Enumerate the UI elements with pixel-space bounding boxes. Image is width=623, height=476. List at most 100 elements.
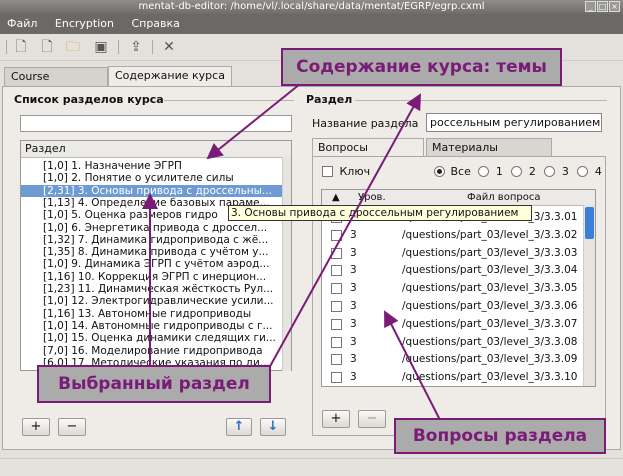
level-column-header[interactable]: Уров. — [358, 190, 386, 205]
question-level: 3 — [350, 317, 357, 330]
new-document-icon[interactable]: 🗋 — [38, 38, 56, 56]
question-level: 3 — [350, 371, 357, 384]
question-file: /questions/part_03/level_3/3.3.03 — [402, 246, 578, 259]
plus-icon: + — [30, 419, 42, 434]
radio-level-1-label: 1 — [495, 165, 503, 178]
new-file-icon[interactable]: 🗋 — [12, 38, 30, 56]
status-bar — [0, 458, 623, 476]
section-list-item[interactable]: [1,0] 1. Назначение ЭГРП — [21, 160, 283, 172]
question-row[interactable]: 3/questions/part_03/level_3/3.3.04 — [322, 261, 595, 279]
window-title: mentat-db-editor: /home/vl/.local/share/… — [138, 1, 485, 12]
question-level: 3 — [350, 300, 357, 312]
save-icon[interactable]: ▣ — [92, 38, 110, 56]
callout-selected-section: Выбранный раздел — [37, 365, 271, 403]
question-checkbox[interactable] — [331, 372, 342, 384]
radio-level-3-label: 3 — [561, 165, 569, 178]
section-list-item[interactable]: [1,23] 11. Динамическая жёсткость Рул... — [21, 283, 283, 295]
key-filter[interactable]: Ключ — [322, 166, 370, 180]
question-file: /questions/part_03/level_3/3.3.09 — [402, 353, 578, 366]
question-file: /questions/part_03/level_3/3.3.05 — [402, 282, 578, 295]
sort-indicator-icon[interactable]: ▲ — [332, 190, 340, 205]
add-question-button[interactable]: + — [322, 410, 350, 428]
tab-course-selection[interactable]: Course selection — [4, 67, 108, 101]
questions-scrollbar[interactable] — [583, 205, 595, 386]
section-list-item[interactable]: [1,32] 7. Динамика гидропривода с жё... — [21, 234, 283, 246]
section-search-input[interactable] — [20, 115, 292, 132]
export-icon[interactable]: ⇪ — [127, 38, 145, 56]
section-list-item[interactable]: [1,0] 9. Динамика ЭГРП с учётом аэрод... — [21, 258, 283, 270]
question-row[interactable]: 3/questions/part_03/level_3/3.3.06 — [322, 297, 595, 315]
section-list-item[interactable]: [1,35] 8. Динамика привода с учётом у... — [21, 246, 283, 258]
sections-list-header[interactable]: Раздел — [21, 141, 291, 158]
question-checkbox[interactable] — [331, 283, 342, 295]
question-checkbox[interactable] — [331, 354, 342, 366]
radio-all[interactable] — [434, 166, 445, 177]
section-list-item[interactable]: [1,0] 2. Понятие о усилителе силы — [21, 172, 283, 184]
menu-encryption[interactable]: Encryption — [48, 14, 121, 33]
arrow-up-icon: ↑ — [233, 419, 245, 434]
question-row[interactable]: 3/questions/part_03/level_3/3.3.10 — [322, 368, 595, 386]
radio-level-1[interactable] — [478, 166, 490, 177]
question-checkbox[interactable] — [331, 318, 342, 330]
sections-list-title: Список разделов курса — [14, 93, 164, 106]
question-file: /questions/part_03/level_3/3.3.10 — [402, 371, 578, 384]
remove-question-button[interactable]: − — [358, 410, 386, 428]
section-list-item[interactable]: [1,0] 6. Энергетика привода с дроссел... — [21, 222, 283, 234]
menu-file[interactable]: Файл — [0, 14, 44, 33]
toolbar-separator — [152, 40, 153, 54]
section-list-item[interactable]: [1,0] 15. Оценка динамики следящих ги... — [21, 332, 283, 344]
key-checkbox[interactable] — [322, 166, 333, 177]
question-level: 3 — [350, 228, 357, 241]
section-list-item[interactable]: [1,0] 14. Автономные гидроприводы с г... — [21, 320, 283, 332]
section-list-item[interactable]: [1,16] 10. Коррекция ЭГРП с инерцион... — [21, 271, 283, 283]
file-column-header[interactable]: Файл вопроса — [467, 190, 540, 205]
radio-level-2[interactable] — [511, 166, 523, 177]
question-row[interactable]: 3/questions/part_03/level_3/3.3.09 — [322, 350, 595, 368]
question-checkbox[interactable] — [331, 336, 342, 348]
minimize-icon[interactable]: _ — [585, 1, 596, 12]
delete-icon[interactable]: ✕ — [160, 38, 178, 56]
sections-list[interactable]: Раздел [1,0] 1. Назначение ЭГРП [1,0] 2. … — [20, 140, 292, 371]
question-row[interactable]: 3/questions/part_03/level_3/3.3.07 — [322, 315, 595, 333]
open-folder-icon[interactable]: 🗀 — [64, 38, 82, 56]
toolbar-separator — [6, 40, 7, 54]
sections-scrollbar[interactable] — [282, 157, 291, 371]
key-label: Ключ — [339, 165, 371, 178]
callout-section-questions: Вопросы раздела — [394, 418, 606, 454]
maximize-icon[interactable]: □ — [597, 1, 608, 12]
radio-level-3[interactable] — [544, 166, 556, 177]
question-checkbox[interactable] — [331, 247, 342, 259]
add-section-button[interactable]: + — [22, 418, 50, 436]
section-list-item[interactable]: [7,0] 16. Моделирование гидропривода — [21, 345, 283, 357]
question-checkbox[interactable] — [331, 301, 342, 312]
question-file: /questions/part_03/level_3/3.3.04 — [402, 264, 578, 277]
move-up-button[interactable]: ↑ — [226, 418, 252, 436]
question-level: 3 — [350, 335, 357, 348]
section-name-input[interactable]: россельным регулированием — [426, 113, 602, 132]
section-group-title: Раздел — [306, 93, 353, 106]
toolbar-separator — [118, 40, 119, 54]
move-down-button[interactable]: ↓ — [260, 418, 286, 436]
section-list-item[interactable]: [1,16] 13. Автономные гидроприводы — [21, 308, 283, 320]
menu-help[interactable]: Справка — [124, 14, 186, 33]
group-divider — [164, 100, 294, 101]
tab-section-questions[interactable]: Вопросы раздела — [312, 138, 424, 171]
tab-course-content[interactable]: Содержание курса — [108, 66, 232, 86]
scrollbar-thumb[interactable] — [585, 207, 594, 239]
question-row[interactable]: 3/questions/part_03/level_3/3.3.08 — [322, 333, 595, 351]
section-list-item[interactable]: [1,0] 12. Электрогидравлические усили... — [21, 295, 283, 307]
question-checkbox[interactable] — [331, 229, 342, 241]
question-checkbox[interactable] — [331, 265, 342, 277]
remove-section-button[interactable]: − — [58, 418, 86, 436]
question-row[interactable]: 3/questions/part_03/level_3/3.3.02 — [322, 226, 595, 244]
window-titlebar: mentat-db-editor: /home/vl/.local/share/… — [0, 0, 623, 14]
section-list-item[interactable]: [2,31] 3. Основы привода с дроссельны... — [21, 184, 283, 197]
tab-section-materials[interactable]: Материалы раздела — [426, 138, 552, 171]
question-row[interactable]: 3/questions/part_03/level_3/3.3.05 — [322, 279, 595, 297]
level-filter: Все 1 2 3 4 — [434, 166, 602, 180]
group-divider — [355, 100, 607, 101]
question-level: 3 — [350, 282, 357, 295]
close-icon[interactable]: × — [609, 1, 620, 12]
question-row[interactable]: 3/questions/part_03/level_3/3.3.03 — [322, 244, 595, 262]
radio-level-4[interactable] — [577, 166, 589, 177]
